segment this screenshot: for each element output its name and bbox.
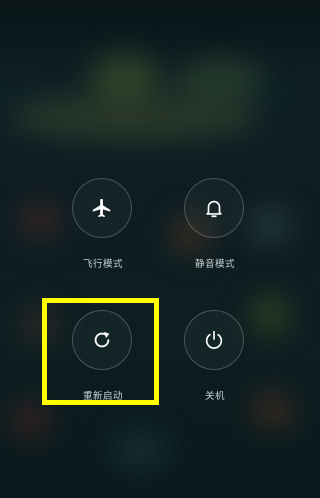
power-off-circle[interactable] (184, 310, 244, 370)
reboot-label: 重新启动 (82, 391, 123, 402)
power-icon (205, 330, 223, 349)
reboot-circle[interactable] (72, 310, 132, 370)
restart-icon (94, 331, 110, 348)
power-off-button[interactable]: 关机 (160, 310, 270, 420)
airplane-mode-button[interactable]: 飞行模式 (48, 178, 158, 288)
airplane-mode-circle[interactable] (72, 178, 132, 238)
airplane-mode-label: 飞行模式 (82, 259, 123, 270)
silent-mode-label: 静音模式 (194, 259, 235, 270)
power-off-label: 关机 (204, 391, 225, 402)
silent-mode-button[interactable]: 静音模式 (160, 178, 270, 288)
reboot-button[interactable]: 重新启动 (48, 310, 158, 420)
airplane-icon (92, 198, 111, 218)
power-menu: 飞行模式 静音模式 重新启动 关机 (0, 0, 320, 498)
bell-icon (206, 200, 222, 218)
silent-mode-circle[interactable] (184, 178, 244, 238)
